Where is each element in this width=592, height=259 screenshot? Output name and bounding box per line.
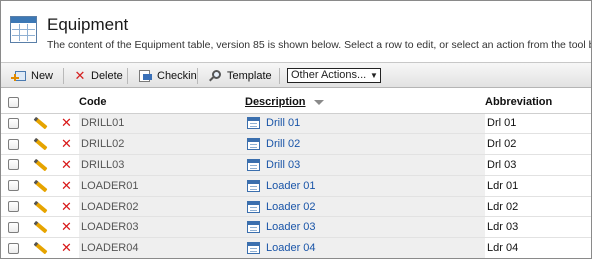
table-row[interactable]: ✕ DRILL02 Drill 02 Drl 02 <box>1 133 591 156</box>
delete-row-icon[interactable]: ✕ <box>61 199 79 214</box>
row-checkbox[interactable] <box>8 138 19 150</box>
other-actions-select[interactable]: Other Actions... ▼ <box>287 68 381 83</box>
chevron-down-icon: ▼ <box>370 71 378 80</box>
toolbar-divider <box>279 68 280 84</box>
table-row[interactable]: ✕ LOADER03 Loader 03 Ldr 03 <box>1 216 591 239</box>
delete-icon: ✕ <box>74 68 86 83</box>
row-checkbox[interactable] <box>8 201 19 213</box>
code-cell: DRILL02 <box>81 138 125 151</box>
toolbar-divider <box>63 68 64 84</box>
table-header-row: Code Description Abbreviation <box>1 92 591 114</box>
description-column-header[interactable]: Description <box>245 92 485 114</box>
abbreviation-cell: Drl 02 <box>487 138 517 151</box>
new-button-label: New <box>31 70 54 82</box>
row-checkbox[interactable] <box>8 242 19 254</box>
edit-pencil-icon[interactable] <box>33 200 48 213</box>
code-cell: LOADER01 <box>81 179 139 192</box>
edit-pencil-icon[interactable] <box>33 137 48 151</box>
code-cell: LOADER04 <box>81 242 139 255</box>
record-icon <box>247 158 260 171</box>
page-header: Equipment The content of the Equipment t… <box>1 1 591 59</box>
template-icon <box>207 69 223 83</box>
equipment-table: Code Description Abbreviation ✕ DRILL01 … <box>1 92 591 258</box>
abbreviation-column-header[interactable]: Abbreviation <box>485 92 591 114</box>
description-link[interactable]: Loader 01 <box>266 180 316 192</box>
abbreviation-cell: Ldr 04 <box>487 242 519 255</box>
description-link[interactable]: Drill 01 <box>266 117 300 129</box>
delete-row-icon[interactable]: ✕ <box>61 157 79 172</box>
delete-row-icon[interactable]: ✕ <box>61 220 79 234</box>
abbreviation-cell: Ldr 02 <box>487 200 519 213</box>
code-header-label: Code <box>79 96 107 109</box>
code-cell: DRILL01 <box>81 117 125 130</box>
edit-column-header <box>27 92 53 114</box>
equipment-page: Equipment The content of the Equipment t… <box>0 0 592 259</box>
code-cell: LOADER02 <box>81 200 139 213</box>
abbreviation-cell: Drl 01 <box>487 117 517 130</box>
new-record-icon <box>11 69 27 83</box>
table-row[interactable]: ✕ LOADER02 Loader 02 Ldr 02 <box>1 196 591 218</box>
record-icon <box>247 200 260 213</box>
description-link[interactable]: Loader 02 <box>266 201 316 213</box>
select-all-checkbox[interactable] <box>8 96 19 108</box>
delete-column-header <box>53 92 79 114</box>
row-checkbox[interactable] <box>8 117 19 129</box>
table-row[interactable]: ✕ DRILL01 Drill 01 Drl 01 <box>1 113 591 135</box>
record-icon <box>247 138 260 151</box>
record-icon <box>247 179 260 192</box>
description-link[interactable]: Loader 04 <box>266 242 316 254</box>
table-row[interactable]: ✕ LOADER04 Loader 04 Ldr 04 <box>1 237 591 258</box>
code-column-header[interactable]: Code <box>79 92 245 114</box>
page-subtitle: The content of the Equipment table, vers… <box>47 39 592 51</box>
template-button-label: Template <box>227 70 272 82</box>
record-icon <box>247 242 260 255</box>
delete-button-label: Delete <box>91 70 123 82</box>
toolbar-divider <box>127 68 128 84</box>
edit-pencil-icon[interactable] <box>33 179 48 193</box>
edit-pencil-icon[interactable] <box>33 117 48 130</box>
delete-button[interactable]: ✕ Delete <box>73 68 123 84</box>
description-link[interactable]: Drill 02 <box>266 138 300 150</box>
table-row[interactable]: ✕ LOADER01 Loader 01 Ldr 01 <box>1 175 591 197</box>
description-header-label: Description <box>245 96 306 109</box>
row-checkbox[interactable] <box>8 180 19 192</box>
table-row[interactable]: ✕ DRILL03 Drill 03 Drl 03 <box>1 154 591 176</box>
delete-row-icon[interactable]: ✕ <box>61 178 79 193</box>
checkin-icon <box>137 69 153 83</box>
description-link[interactable]: Loader 03 <box>266 221 316 233</box>
checkin-button-label: Checkin <box>157 70 197 82</box>
delete-row-icon[interactable]: ✕ <box>61 137 79 151</box>
delete-row-icon[interactable]: ✕ <box>61 116 79 130</box>
record-icon <box>247 221 260 234</box>
new-button[interactable]: New <box>11 68 53 84</box>
code-cell: LOADER03 <box>81 221 139 234</box>
description-link[interactable]: Drill 03 <box>266 159 300 171</box>
row-checkbox[interactable] <box>8 159 19 171</box>
code-cell: DRILL03 <box>81 158 125 171</box>
edit-pencil-icon[interactable] <box>33 241 48 255</box>
template-button[interactable]: Template <box>207 68 272 84</box>
toolbar: New ✕ Delete Checkin Template Other Acti… <box>1 62 591 88</box>
edit-pencil-icon[interactable] <box>33 158 48 172</box>
record-icon <box>247 117 260 130</box>
other-actions-value: Other Actions... <box>291 69 367 81</box>
table-icon <box>10 16 37 43</box>
edit-pencil-icon[interactable] <box>33 221 48 234</box>
page-title: Equipment <box>47 15 129 34</box>
abbreviation-cell: Drl 03 <box>487 158 517 171</box>
checkin-button[interactable]: Checkin <box>137 68 197 84</box>
toolbar-divider <box>197 68 198 84</box>
delete-row-icon[interactable]: ✕ <box>61 241 79 255</box>
abbreviation-header-label: Abbreviation <box>485 96 553 109</box>
abbreviation-cell: Ldr 03 <box>487 221 519 234</box>
row-checkbox[interactable] <box>8 221 19 233</box>
abbreviation-cell: Ldr 01 <box>487 179 519 192</box>
sort-descending-icon <box>313 99 324 105</box>
